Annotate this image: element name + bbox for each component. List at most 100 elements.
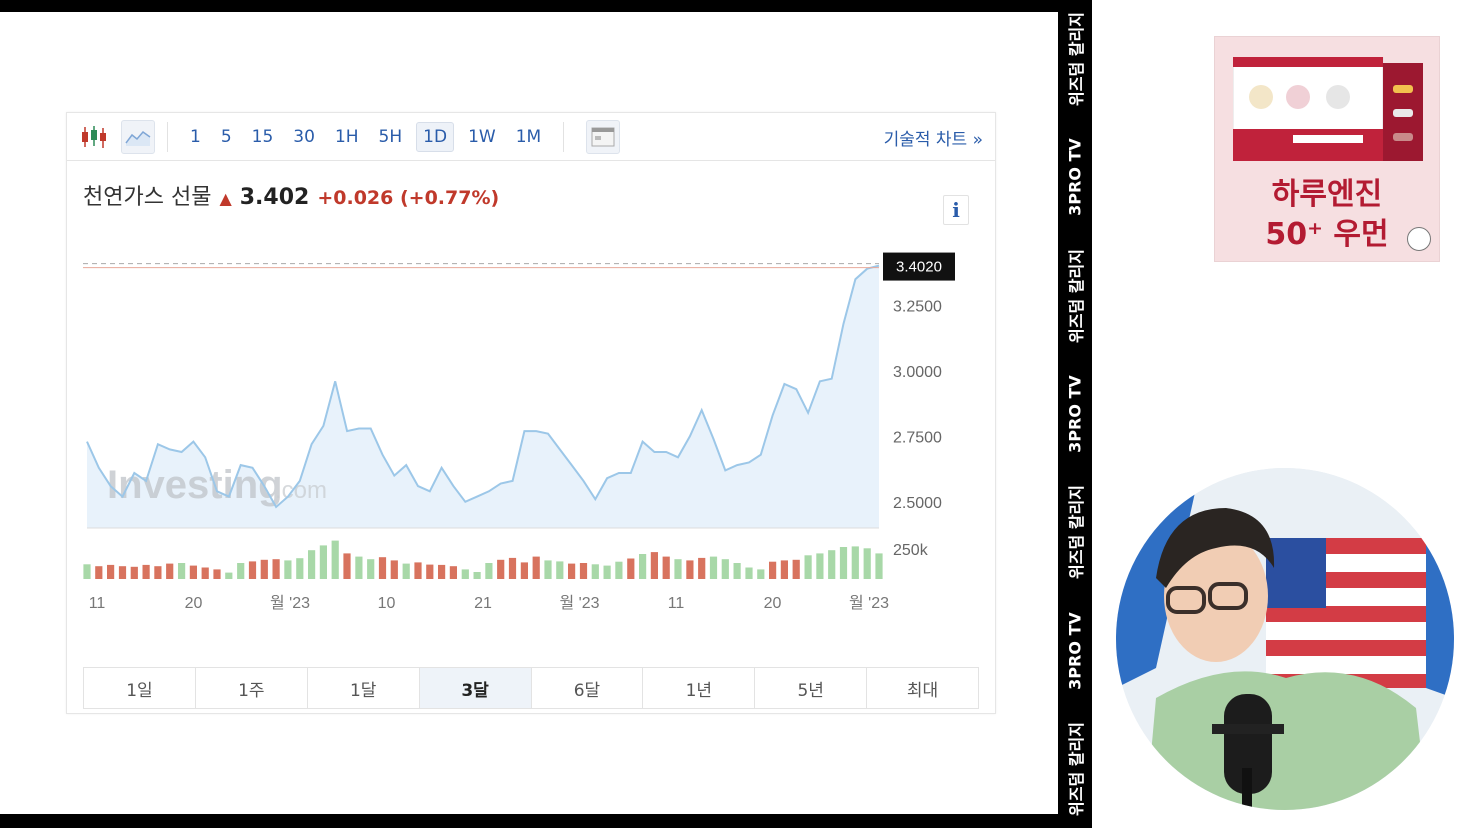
- price-chart: Investing.com3.40203.25003.00002.75002.5…: [83, 252, 955, 612]
- volume-bar: [166, 563, 174, 579]
- channel-banner: 위즈덤 칼리지 3PRO TV 위즈덤 칼리지 3PRO TV 위즈덤 칼리지 3PRO …: [1060, 0, 1090, 828]
- ad-headline: 하루엔진: [1271, 177, 1383, 212]
- toolbar-divider: [167, 121, 168, 152]
- x-tick-label: 월 '23: [559, 594, 599, 612]
- banner-text: 위즈덤 칼리지: [1067, 12, 1086, 107]
- volume-bar: [769, 561, 777, 579]
- interval-1w[interactable]: 1W: [462, 123, 502, 151]
- range-button[interactable]: 1달: [308, 668, 420, 708]
- interval-1m[interactable]: 1M: [510, 123, 547, 151]
- volume-bar: [639, 554, 647, 579]
- volume-bar: [686, 560, 694, 579]
- volume-bar: [556, 561, 564, 579]
- range-button[interactable]: 1일: [84, 668, 196, 708]
- range-button[interactable]: 5년: [755, 668, 868, 708]
- volume-bar: [284, 560, 292, 579]
- volume-bar: [355, 556, 363, 579]
- range-button[interactable]: 1주: [196, 668, 308, 708]
- volume-bar: [378, 557, 387, 579]
- volume-bar: [698, 557, 706, 579]
- volume-bar: [615, 561, 623, 579]
- volume-bar: [473, 572, 481, 579]
- interval-5h[interactable]: 5H: [373, 123, 409, 151]
- watermark-brand: Investing: [107, 463, 283, 507]
- volume-bar: [674, 559, 682, 579]
- candlestick-icon[interactable]: [77, 120, 111, 154]
- volume-bar: [367, 559, 375, 579]
- last-price: 3.402: [239, 185, 310, 210]
- volume-bar: [402, 563, 410, 579]
- technical-chart-link[interactable]: 기술적 차트 »: [884, 125, 983, 150]
- volume-bar: [390, 560, 398, 579]
- interval-1d[interactable]: 1D: [416, 121, 455, 152]
- x-tick-label: 21: [474, 595, 492, 612]
- volume-bar: [627, 558, 635, 579]
- range-button[interactable]: 3달: [419, 668, 532, 708]
- volume-bar: [662, 556, 670, 579]
- volume-bar: [839, 547, 848, 579]
- volume-bar: [213, 569, 221, 579]
- volume-bar: [225, 572, 233, 579]
- volume-bar: [189, 565, 197, 579]
- volume-bar: [296, 558, 304, 579]
- volume-bar: [248, 561, 257, 579]
- volume-bar: [319, 545, 327, 579]
- volume-bar: [449, 566, 457, 579]
- volume-axis-label: 250k: [893, 542, 929, 559]
- current-price-label: 3.4020: [896, 259, 942, 276]
- volume-bar: [272, 559, 280, 579]
- volume-bar: [733, 563, 741, 579]
- interval-30[interactable]: 30: [287, 123, 321, 151]
- volume-bar: [603, 565, 611, 579]
- volume-bar: [828, 550, 836, 579]
- x-tick-label: 11: [89, 595, 106, 612]
- chart-settings-icon[interactable]: [586, 119, 621, 154]
- volume-bar: [851, 546, 859, 579]
- volume-bar: [863, 548, 871, 579]
- x-tick-label: 20: [764, 595, 782, 612]
- volume-bar: [544, 560, 552, 579]
- brand-logo-icon: [1407, 227, 1431, 251]
- range-button[interactable]: 6달: [532, 668, 644, 708]
- interval-5[interactable]: 5: [215, 123, 238, 151]
- range-button[interactable]: 1년: [643, 668, 756, 708]
- interval-1[interactable]: 1: [184, 123, 207, 151]
- banner-text: 위즈덤 칼리지: [1067, 485, 1086, 580]
- y-tick-label: 2.5000: [893, 495, 942, 512]
- presenter-image: [1116, 468, 1454, 810]
- volume-bar: [414, 562, 422, 579]
- volume-bar: [875, 553, 883, 579]
- info-icon[interactable]: i: [943, 195, 969, 225]
- volume-bar: [745, 567, 753, 579]
- toolbar-divider: [563, 121, 565, 152]
- arrow-up-icon: ▲: [219, 189, 232, 208]
- interval-15[interactable]: 15: [246, 123, 280, 151]
- volume-bar: [792, 559, 800, 579]
- volume-bar: [343, 553, 351, 579]
- volume-bar: [757, 569, 765, 579]
- volume-bar: [816, 553, 824, 579]
- volume-bar: [201, 567, 209, 579]
- ad-banner[interactable]: 하루엔진 50⁺ 우먼: [1214, 36, 1440, 262]
- volume-bar: [461, 569, 469, 579]
- volume-bar: [497, 559, 505, 579]
- quote-header: 천연가스 선물 ▲ 3.402 +0.026 (+0.77%): [83, 179, 499, 211]
- banner-text: 위즈덤 칼리지: [1067, 721, 1086, 816]
- interval-1h[interactable]: 1H: [329, 123, 365, 151]
- banner-text: 3PRO TV: [1065, 375, 1085, 453]
- y-tick-label: 3.0000: [893, 364, 942, 381]
- area-chart-icon[interactable]: [121, 119, 155, 154]
- volume-bar: [650, 552, 658, 579]
- screen-capture: 1 5 15 30 1H 5H 1D 1W 1M 기술적 차트 » 천연가스 선물 ▲ 3.40…: [0, 12, 1058, 814]
- product-box-image: [1233, 57, 1423, 161]
- banner-text: 위즈덤 칼리지: [1067, 248, 1086, 343]
- price-change: +0.026 (+0.77%): [317, 187, 500, 209]
- volume-bar: [154, 566, 162, 579]
- side-panel: 하루엔진 50⁺ 우먼: [1092, 0, 1472, 828]
- volume-bar: [178, 563, 186, 579]
- volume-bar: [118, 566, 127, 579]
- range-button[interactable]: 최대: [867, 668, 978, 708]
- volume-bar: [721, 559, 729, 579]
- x-tick-label: 10: [378, 595, 396, 612]
- volume-bar: [237, 563, 245, 579]
